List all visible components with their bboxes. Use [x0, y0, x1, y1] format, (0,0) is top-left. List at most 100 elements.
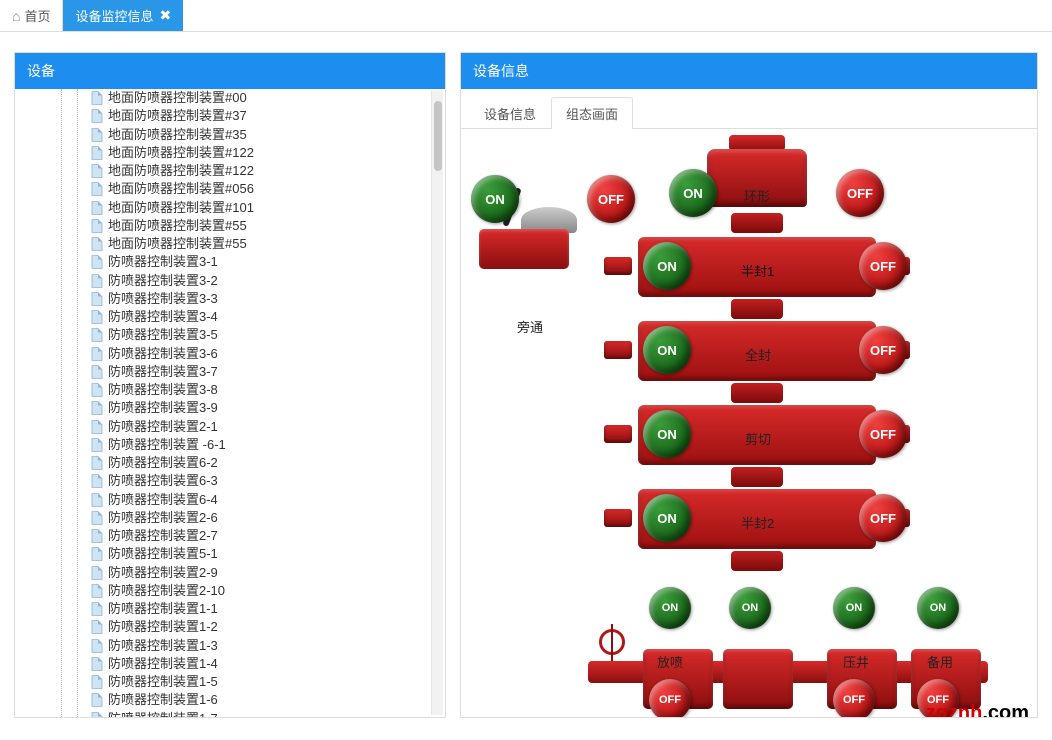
bypass-on-button[interactable]: ON	[471, 175, 519, 223]
nav-home[interactable]: ⌂ 首页	[0, 0, 63, 31]
tree-item[interactable]: 防喷器控制装置1-5	[90, 673, 445, 691]
file-icon	[90, 182, 104, 196]
tree-item[interactable]: 防喷器控制装置6-4	[90, 491, 445, 509]
tree-item[interactable]: 防喷器控制装置3-7	[90, 363, 445, 381]
tree-item-label: 防喷器控制装置2-6	[108, 510, 218, 526]
file-icon	[90, 712, 104, 717]
file-icon	[90, 493, 104, 507]
file-icon	[90, 456, 104, 470]
tree-item[interactable]: 地面防喷器控制装置#122	[90, 162, 445, 180]
tree-item[interactable]: 防喷器控制装置1-1	[90, 600, 445, 618]
close-icon[interactable]: ✖	[160, 7, 172, 24]
full-off-button[interactable]: OFF	[859, 326, 907, 374]
half2-on-button[interactable]: ON	[643, 494, 691, 542]
tree-item-label: 防喷器控制装置3-3	[108, 291, 218, 307]
shear-on-button[interactable]: ON	[643, 410, 691, 458]
tree-item[interactable]: 地面防喷器控制装置#056	[90, 180, 445, 198]
tree-item[interactable]: 防喷器控制装置1-3	[90, 637, 445, 655]
device-tree[interactable]: 地面防喷器控制装置#00地面防喷器控制装置#37 地面防喷器控制装置#35 地面防喷…	[15, 89, 445, 717]
file-icon	[90, 383, 104, 397]
backup-on-button[interactable]: ON	[917, 587, 959, 629]
tree-item[interactable]: 防喷器控制装置3-2	[90, 272, 445, 290]
tree-item[interactable]: 防喷器控制装置3-6	[90, 345, 445, 363]
label-annular: 环形	[744, 186, 770, 205]
nav-tab-label: 设备监控信息	[75, 6, 153, 25]
tree-item[interactable]: 防喷器控制装置3-1	[90, 253, 445, 271]
annular-off-button[interactable]: OFF	[836, 169, 884, 217]
annular-on-button[interactable]: ON	[669, 169, 717, 217]
handwheel-icon	[599, 629, 625, 655]
tab-device-info[interactable]: 设备信息	[469, 97, 551, 129]
tree-item[interactable]: 防喷器控制装置3-9	[90, 399, 445, 417]
tree-item-label: 防喷器控制装置2-10	[108, 583, 225, 599]
tree-item-label: 防喷器控制装置1-6	[108, 692, 218, 708]
tree-item[interactable]: 防喷器控制装置6-2	[90, 454, 445, 472]
tab-hmi[interactable]: 组态画面	[551, 97, 633, 129]
tree-item[interactable]: 地面防喷器控制装置#55	[90, 217, 445, 235]
tree-item[interactable]: 防喷器控制装置 -6-1	[90, 436, 445, 454]
tree-item[interactable]: 地面防喷器控制装置#00	[90, 89, 445, 107]
file-icon	[90, 219, 104, 233]
full-on-button[interactable]: ON	[643, 326, 691, 374]
tree-item[interactable]: 防喷器控制装置2-10	[90, 582, 445, 600]
tree-item[interactable]: 地面防喷器控制装置#35	[90, 126, 445, 144]
center-on-button[interactable]: ON	[729, 587, 771, 629]
tree-item[interactable]: 防喷器控制装置3-3	[90, 290, 445, 308]
file-icon	[90, 657, 104, 671]
tree-item[interactable]: 防喷器控制装置1-4	[90, 655, 445, 673]
panel-info-title: 设备信息	[461, 53, 1037, 89]
file-icon	[90, 675, 104, 689]
hmi-diagram: ON OFF 旁通 环形 ON OFF 半封1 ON OFF 全封 ON OFF	[461, 129, 1037, 717]
tree-item-label: 防喷器控制装置2-9	[108, 565, 218, 581]
tree-item[interactable]: 地面防喷器控制装置#55	[90, 235, 445, 253]
tree-item[interactable]: 防喷器控制装置2-1	[90, 418, 445, 436]
file-icon	[90, 128, 104, 142]
tree-item-label: 防喷器控制装置2-1	[108, 419, 218, 435]
tree-item[interactable]: 防喷器控制装置6-3	[90, 472, 445, 490]
scrollbar[interactable]	[431, 91, 443, 715]
file-icon	[90, 566, 104, 580]
kill-on-button[interactable]: ON	[833, 587, 875, 629]
tree-item[interactable]: 防喷器控制装置2-6	[90, 509, 445, 527]
label-shear: 剪切	[745, 429, 771, 448]
tree-item-label: 防喷器控制装置3-9	[108, 400, 218, 416]
tree-item[interactable]: 地面防喷器控制装置#101	[90, 199, 445, 217]
tree-item-label: 防喷器控制装置3-6	[108, 346, 218, 362]
file-icon	[90, 474, 104, 488]
tree-item-label: 防喷器控制装置3-8	[108, 382, 218, 398]
file-icon	[90, 438, 104, 452]
tree-item[interactable]: 防喷器控制装置3-5	[90, 326, 445, 344]
label-half1: 半封1	[741, 261, 774, 280]
blowout-off-button[interactable]: OFF	[649, 679, 691, 717]
tree-item[interactable]: 防喷器控制装置2-7	[90, 527, 445, 545]
label-kill: 压井	[843, 652, 869, 671]
tree-item-label: 防喷器控制装置6-2	[108, 455, 218, 471]
tree-item[interactable]: 防喷器控制装置3-4	[90, 308, 445, 326]
file-icon	[90, 420, 104, 434]
file-icon	[90, 529, 104, 543]
tree-item-label: 地面防喷器控制装置#122	[108, 145, 254, 161]
device-tree-body: 地面防喷器控制装置#00地面防喷器控制装置#37 地面防喷器控制装置#35 地面防喷…	[15, 89, 445, 717]
panel-device-info: 设备信息 设备信息 组态画面 ON OFF 旁通 环形 ON OFF	[460, 52, 1038, 718]
half1-off-button[interactable]: OFF	[859, 242, 907, 290]
shear-off-button[interactable]: OFF	[859, 410, 907, 458]
tree-item-label: 地面防喷器控制装置#35	[108, 127, 247, 143]
tree-item-label: 地面防喷器控制装置#056	[108, 181, 254, 197]
nav-home-label: 首页	[24, 6, 50, 25]
tree-item[interactable]: 防喷器控制装置2-9	[90, 564, 445, 582]
tree-item[interactable]: 防喷器控制装置1-6	[90, 691, 445, 709]
tree-item[interactable]: 防喷器控制装置1-7	[90, 710, 445, 718]
tree-item[interactable]: 地面防喷器控制装置#122	[90, 144, 445, 162]
bypass-off-button[interactable]: OFF	[587, 175, 635, 223]
kill-off-button[interactable]: OFF	[833, 679, 875, 717]
tree-item[interactable]: 防喷器控制装置3-8	[90, 381, 445, 399]
tree-item[interactable]: 防喷器控制装置5-1	[90, 545, 445, 563]
tree-item[interactable]: 防喷器控制装置1-2	[90, 618, 445, 636]
half1-on-button[interactable]: ON	[643, 242, 691, 290]
nav-tab-monitor[interactable]: 设备监控信息 ✖	[63, 0, 183, 31]
half2-off-button[interactable]: OFF	[859, 494, 907, 542]
tree-item[interactable]: 地面防喷器控制装置#37	[90, 107, 445, 125]
blowout-on-button[interactable]: ON	[649, 587, 691, 629]
label-full: 全封	[745, 345, 771, 364]
file-icon	[90, 274, 104, 288]
